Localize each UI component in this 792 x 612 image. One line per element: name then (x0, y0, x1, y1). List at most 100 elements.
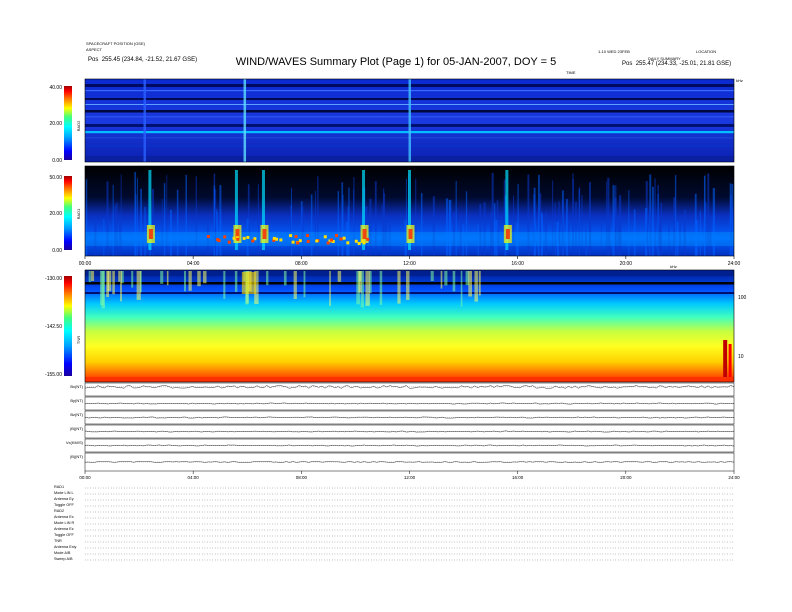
rad1-patch (342, 236, 346, 240)
plot-area: 40.00 20.00 0.00 RAD2 50.00 20.00 0.00 R… (45, 78, 747, 561)
rad1-streak (660, 202, 662, 256)
rad1-streak (483, 202, 486, 256)
rad1-panel: 50.00 20.00 0.00 RAD1 00:00 04:00 08:00 12:… (49, 165, 741, 267)
rad1-x-tick-label: 04:00 (187, 261, 200, 267)
rad1-burst-peak (505, 229, 510, 239)
rad1-streak (144, 206, 146, 256)
rad1-streak (310, 194, 313, 256)
rad1-patch (354, 239, 358, 243)
tnr-streak (131, 271, 134, 288)
rad1-streak (575, 201, 577, 256)
rad1-patch (251, 239, 255, 243)
rad1-streak (176, 189, 179, 256)
rad1-streak (115, 203, 118, 256)
tnr-streak (478, 271, 481, 296)
rad1-streak (432, 196, 435, 256)
tnr-streak (329, 271, 331, 307)
rad1-patch (315, 239, 319, 243)
rad1-patch (366, 237, 370, 241)
rad1-burst-peak (148, 229, 153, 239)
rad1-patch (232, 236, 236, 240)
tnr-streak (474, 271, 478, 302)
rad1-streak (619, 195, 622, 256)
footer-label: Toggle OFF (54, 533, 75, 537)
rad1-label: RAD1 (76, 208, 81, 219)
rad2-vertical-feature (143, 79, 146, 162)
rad1-streak (347, 206, 349, 256)
rad1-streak (566, 198, 568, 256)
tnr-spectrogram (85, 270, 734, 382)
footer-rows: RAD1 Mode LIN L Antenna Ey Toggle OFF RAD2 An… (54, 485, 734, 561)
housekeeping-x-tick-label: 20:00 (620, 475, 632, 480)
housekeeping-row-frame (84, 382, 735, 397)
rad1-streak (614, 197, 617, 256)
tnr-red-edge (728, 344, 732, 382)
rad1-x-axis: 00:00 04:00 08:00 12:00 16:00 20:00 24:00 (79, 256, 741, 267)
rad1-patch (206, 234, 210, 238)
housekeeping-row-label: |B|(NT) (70, 454, 83, 459)
tnr-streak (440, 271, 443, 289)
footer-label: Toggle OFF (54, 503, 75, 507)
tnr-streak (358, 271, 362, 293)
tnr-black-band (85, 282, 734, 285)
housekeeping-panel: Bx(NT) By(NT) Bz(NT) |B|(NT) Vx(KM/S) |B|(NT)… (66, 382, 740, 480)
rad2-cbar-tick-top: 40.00 (49, 85, 62, 91)
rad2-vertical-feature (408, 79, 411, 162)
rad2-cbar-tick-bottom: 0.00 (52, 158, 62, 164)
rad1-streak (493, 203, 496, 256)
tnr-panel: -130.00 -142.50 -155.00 TNR 100 10 kHz (45, 264, 747, 383)
tnr-streak (444, 271, 448, 286)
tnr-streak (88, 271, 91, 283)
tnr-cbar-tick-bottom: -155.00 (45, 372, 62, 378)
rad1-patch (246, 235, 250, 239)
housekeeping-row-label: Bz(NT) (70, 412, 83, 417)
rad1-streak (314, 190, 316, 256)
footer-label: RAD1 (54, 485, 64, 489)
tnr-streak (406, 271, 410, 300)
rad1-streak (513, 195, 514, 256)
rad1-x-tick-label: 24:00 (728, 261, 741, 267)
rad1-patch (227, 240, 231, 244)
rad1-patch (346, 241, 350, 245)
rad1-patch (223, 235, 227, 239)
footer-label: Antenna Ey (54, 497, 74, 501)
tnr-cbar-tick-top: -130.00 (45, 276, 62, 282)
tnr-streak (379, 271, 383, 305)
rad1-patch (289, 234, 293, 238)
tnr-label: TNR (76, 336, 81, 344)
tnr-streak (460, 271, 463, 307)
tnr-streak (90, 271, 95, 282)
rad1-streak (114, 205, 116, 256)
housekeeping-row-label: Bx(NT) (70, 384, 83, 389)
rad1-streak (657, 193, 659, 256)
tnr-streak (166, 271, 169, 286)
rad1-streak (369, 198, 372, 256)
tnr-top-dark (85, 270, 734, 276)
rad1-streak (465, 191, 468, 256)
tnr-streak (452, 271, 456, 292)
rad2-panel: 40.00 20.00 0.00 RAD2 (49, 78, 735, 164)
rad1-streak (673, 197, 676, 256)
tnr-streak (160, 271, 164, 284)
tnr-streak (337, 271, 342, 282)
rad1-streak (561, 200, 564, 256)
tnr-streak (293, 271, 297, 299)
tnr-streak (188, 271, 192, 291)
housekeeping-row-label: By(NT) (70, 398, 83, 403)
rad1-streak (554, 202, 556, 256)
footer-label: Sweep A/B (54, 557, 73, 561)
tnr-streak (234, 271, 238, 292)
tnr-streak (223, 271, 226, 299)
rad1-patch (339, 237, 343, 241)
rad2-cbar-tick-mid: 20.00 (49, 121, 62, 127)
rad1-x-tick-label: 08:00 (295, 261, 308, 267)
housekeeping-x-tick-label: 08:00 (296, 475, 308, 480)
rad1-streak (449, 199, 452, 256)
rad1-patch (306, 239, 310, 243)
rad1-x-tick-label: 16:00 (511, 261, 524, 267)
rad1-streak (381, 204, 383, 256)
rad1-x-tick-label: 12:00 (403, 261, 416, 267)
footer-label: Antenna Ez (54, 527, 74, 531)
footer-label: Mode A/B (54, 551, 71, 555)
tnr-dark-line (85, 292, 734, 294)
